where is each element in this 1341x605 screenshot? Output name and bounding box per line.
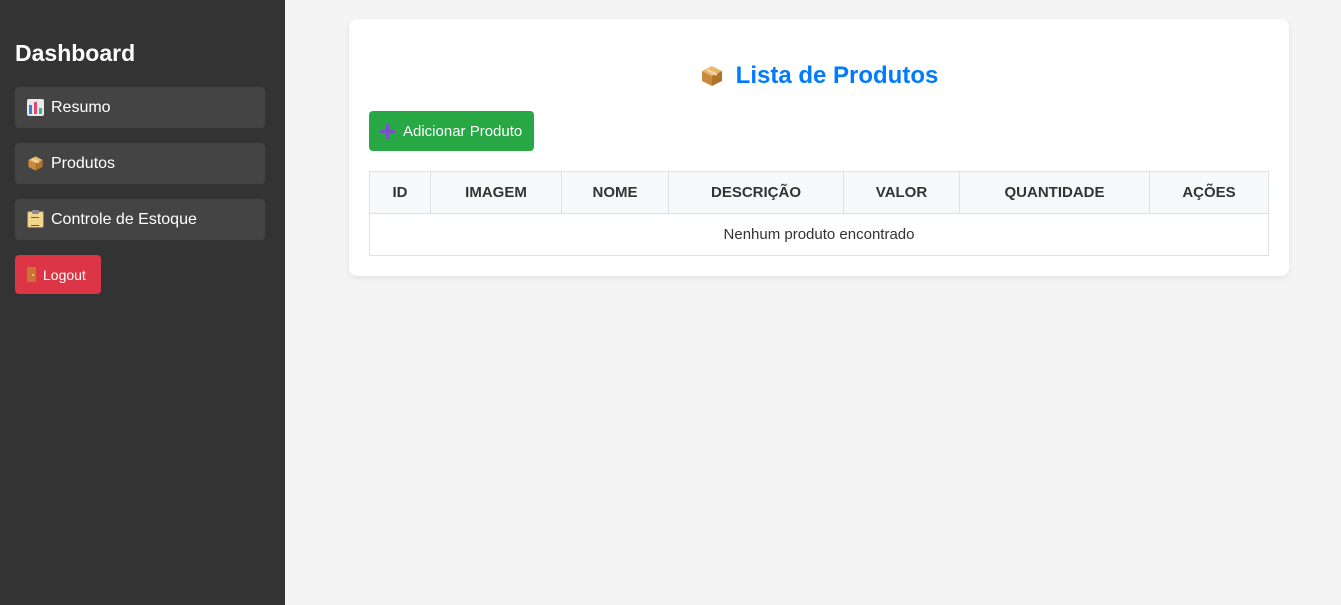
sidebar-item-produtos[interactable]: Produtos: [15, 143, 265, 184]
column-header-descricao[interactable]: DESCRIÇÃO: [668, 171, 844, 214]
table-header-row: ID IMAGEM NOME DESCRIÇÃO VALOR QUANTIDAD…: [369, 171, 1269, 214]
package-icon: [700, 64, 724, 88]
clipboard-icon: [27, 210, 44, 228]
products-card: Lista de Produtos Adicionar Produto ID I…: [349, 19, 1289, 276]
add-product-button[interactable]: Adicionar Produto: [369, 111, 534, 151]
sidebar-item-controle-de-estoque[interactable]: Controle de Estoque: [15, 199, 265, 240]
sidebar-item-label: Produtos: [51, 154, 116, 172]
products-table: ID IMAGEM NOME DESCRIÇÃO VALOR QUANTIDAD…: [369, 171, 1269, 256]
sidebar-title: Dashboard: [15, 40, 136, 66]
add-product-label: Adicionar Produto: [403, 122, 523, 140]
column-header-quantidade[interactable]: QUANTIDADE: [959, 171, 1150, 214]
sidebar-item-label: Controle de Estoque: [51, 210, 197, 228]
column-header-imagem[interactable]: IMAGEM: [430, 171, 562, 214]
column-header-id[interactable]: ID: [369, 171, 431, 214]
door-icon: [27, 267, 36, 282]
sidebar: Dashboard Resumo Produtos Controle de Es…: [0, 0, 285, 605]
page-title-text: Lista de Produtos: [735, 62, 939, 89]
page-title: Lista de Produtos: [349, 62, 1289, 90]
logout-button[interactable]: Logout: [15, 255, 101, 294]
logout-label: Logout: [43, 266, 86, 283]
bar-chart-icon: [27, 99, 44, 116]
sidebar-item-label: Resumo: [51, 98, 111, 116]
column-header-acoes[interactable]: AÇÕES: [1149, 171, 1269, 214]
column-header-valor[interactable]: VALOR: [843, 171, 960, 214]
plus-icon: [380, 123, 395, 139]
empty-message: Nenhum produto encontrado: [369, 213, 1269, 256]
column-header-nome[interactable]: NOME: [561, 171, 669, 214]
package-icon: [27, 155, 44, 172]
table-row: Nenhum produto encontrado: [369, 213, 1269, 256]
sidebar-item-resumo[interactable]: Resumo: [15, 87, 265, 128]
